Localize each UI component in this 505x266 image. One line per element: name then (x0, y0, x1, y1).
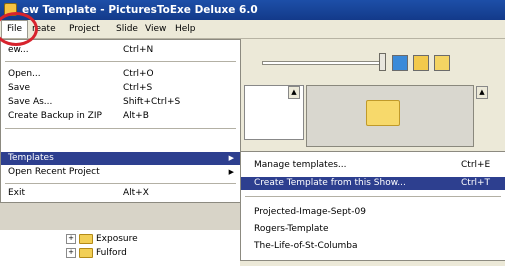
folder-icon (79, 233, 93, 244)
scroll-up-button[interactable]: ▲ (288, 86, 300, 99)
menu-help[interactable]: Help (170, 20, 201, 38)
folder-tree: + Exposure + Fulford (0, 230, 240, 266)
zoom-slider-thumb[interactable] (379, 53, 386, 71)
menu-separator (5, 183, 236, 184)
title-bar: ew Template - PicturesToExe Deluxe 6.0 (0, 0, 505, 20)
folder-open-icon[interactable] (434, 55, 450, 71)
file-menu-dropdown: ew... Ctrl+N Open... Ctrl+O Save Ctrl+S … (0, 39, 241, 203)
submenu-item-template[interactable]: Projected-Image-Sept-09 (241, 206, 505, 219)
expander-plus-icon[interactable]: + (66, 247, 76, 258)
folder-icon[interactable] (413, 55, 429, 71)
folder-thumbnail-icon[interactable] (366, 100, 400, 126)
submenu-item-create-template[interactable]: Create Template from this Show... Ctrl+T (241, 177, 505, 190)
scroll-up-button-right[interactable]: ▲ (476, 86, 488, 99)
tree-item[interactable]: + Exposure (66, 233, 138, 246)
window-title: ew Template - PicturesToExe Deluxe 6.0 (22, 4, 258, 16)
submenu-arrow-icon: ▶ (228, 154, 234, 162)
menu-view[interactable]: View (140, 20, 171, 38)
expander-plus-icon[interactable]: + (66, 233, 76, 244)
menu-slide[interactable]: Slide (111, 20, 143, 38)
preview-icon[interactable] (392, 55, 408, 71)
submenu-item-template[interactable]: Rogers-Template (241, 223, 505, 236)
menu-project[interactable]: Project (64, 20, 105, 38)
menu-bar: File reate Project Slide View Help (0, 20, 505, 39)
menu-item-save[interactable]: Save Ctrl+S (1, 82, 240, 95)
menu-separator (5, 128, 236, 129)
templates-submenu: Manage templates... Ctrl+E Create Templa… (240, 151, 505, 261)
menu-item-open[interactable]: Open... Ctrl+O (1, 68, 240, 81)
menu-separator (245, 196, 501, 197)
tree-item[interactable]: + Fulford (66, 247, 127, 260)
submenu-arrow-icon: ▶ (228, 168, 234, 176)
menu-item-new[interactable]: ew... Ctrl+N (1, 44, 240, 57)
submenu-item-manage-templates[interactable]: Manage templates... Ctrl+E (241, 159, 505, 172)
menu-separator (5, 61, 236, 62)
submenu-item-template[interactable]: The-Life-of-St-Columba (241, 240, 505, 253)
menu-item-exit[interactable]: Exit Alt+X (1, 187, 240, 200)
folder-icon (79, 247, 93, 258)
menu-item-backup-zip[interactable]: Create Backup in ZIP Alt+B (1, 110, 240, 123)
menu-item-save-as[interactable]: Save As... Shift+Ctrl+S (1, 96, 240, 109)
zoom-slider-track[interactable] (262, 61, 382, 65)
menu-item-open-recent[interactable]: Open Recent Project ▶ (1, 166, 240, 179)
menu-item-templates[interactable]: Templates ▶ (1, 152, 240, 165)
